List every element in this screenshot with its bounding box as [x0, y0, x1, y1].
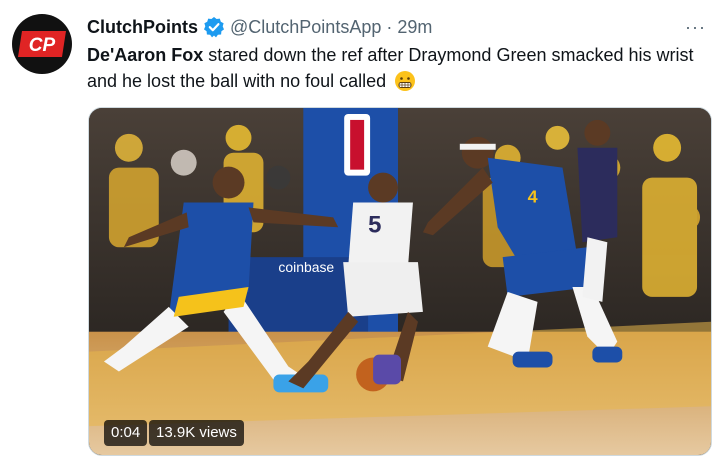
handle[interactable]: @ClutchPointsApp [230, 17, 381, 38]
court-ad-text: coinbase [278, 259, 334, 275]
tweet-mention-name: De'Aaron Fox [87, 45, 204, 65]
avatar-text: CP [29, 35, 56, 56]
video-frame: coinbase 5 4 [89, 108, 711, 455]
grimacing-face-icon [394, 70, 416, 92]
tweet-header: ClutchPoints @ClutchPointsApp · 29m ··· [87, 14, 706, 40]
video-duration: 0:04 [104, 420, 148, 446]
tweet-text: De'Aaron Fox stared down the ref after D… [87, 42, 707, 94]
timestamp[interactable]: 29m [397, 17, 432, 38]
avatar[interactable]: CP [12, 14, 72, 74]
verified-badge-icon [203, 16, 225, 38]
display-name[interactable]: ClutchPoints [87, 17, 198, 38]
more-options-icon[interactable]: ··· [685, 14, 706, 40]
jersey-number-away: 4 [528, 186, 538, 206]
clutchpoints-logo-icon: CP [18, 31, 66, 57]
jersey-number-home: 5 [368, 211, 381, 238]
separator-dot: · [386, 16, 393, 37]
video-view-count: 13.9K views [149, 420, 244, 446]
video-player[interactable]: coinbase 5 4 0:04 13.9K views [88, 107, 712, 456]
